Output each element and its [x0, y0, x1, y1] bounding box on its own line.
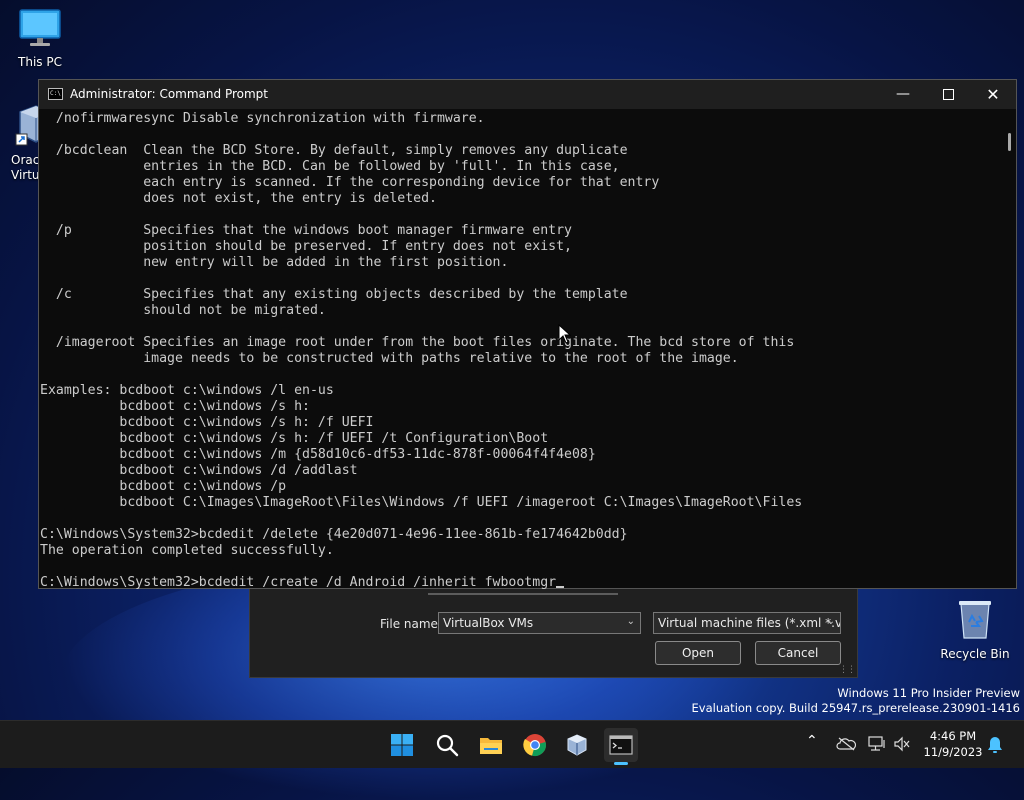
file-name-label: File name:	[380, 617, 442, 631]
monitor-icon	[19, 9, 61, 46]
resize-grip-icon[interactable]: ⋮⋮	[839, 665, 856, 675]
open-button[interactable]: Open	[655, 641, 741, 665]
console-line: entries in the BCD. Can be followed by '…	[143, 159, 620, 174]
console-line: bcdboot C:\Images\ImageRoot\Files\Window…	[119, 495, 803, 510]
close-button[interactable]: ✕	[970, 80, 1016, 109]
console-line: bcdboot c:\windows /s h: /f UEFI /t Conf…	[119, 431, 549, 446]
virtualbox-icon	[567, 734, 587, 756]
chevron-down-icon[interactable]: ⌄	[827, 616, 835, 627]
mouse-pointer-icon	[558, 324, 572, 344]
console-line: bcdboot c:\windows /s h:	[119, 399, 310, 414]
recycle-bin-icon	[959, 601, 991, 639]
start-icon	[391, 734, 413, 756]
console-line: /nofirmwaresync Disable synchronization …	[55, 111, 485, 126]
console-output[interactable]: /nofirmwaresync Disable synchronization …	[40, 111, 1000, 589]
clock-time: 4:46 PM	[929, 729, 977, 743]
console-line: bcdboot c:\windows /m {d58d10c6-df53-11d…	[119, 447, 596, 462]
console-line: does not exist, the entry is deleted.	[143, 191, 437, 206]
running-indicator	[614, 762, 628, 765]
taskbar-command-prompt[interactable]	[604, 728, 638, 765]
network-icon[interactable]	[868, 736, 886, 752]
taskbar-virtualbox[interactable]	[560, 728, 594, 762]
onedrive-offline-icon[interactable]	[836, 737, 856, 751]
dialog-scrollbar[interactable]	[428, 593, 618, 595]
notification-bell-icon[interactable]	[987, 736, 1003, 754]
virtualbox-icon	[15, 105, 40, 146]
desktop-icon-label: Oracl Virtu	[11, 153, 40, 182]
taskbar-chrome[interactable]	[518, 728, 552, 762]
chevron-up-icon[interactable]: ⌃	[806, 733, 818, 749]
desktop-icon-recycle-bin[interactable]: Recycle Bin	[935, 596, 1015, 661]
start-button[interactable]	[385, 728, 419, 762]
console-line: bcdboot c:\windows /s h: /f UEFI	[119, 415, 374, 430]
console-line: The operation completed successfully.	[40, 543, 334, 558]
console-line: C:\Windows\System32>bcdedit /delete {4e2…	[40, 527, 628, 542]
console-line: /imageroot Specifies an image root under…	[55, 335, 795, 350]
windows-watermark: Windows 11 Pro Insider Preview Evaluatio…	[692, 686, 1020, 716]
command-line: C:\Windows\System32>bcdedit /create /d A…	[40, 575, 557, 589]
console-line: bcdboot c:\windows /p	[119, 479, 287, 494]
file-explorer-icon	[480, 738, 502, 754]
clock-date: 11/9/2023	[923, 745, 983, 759]
maximize-icon	[942, 88, 954, 100]
file-type-select[interactable]: Virtual machine files (*.xml *.vb ⌄	[653, 612, 841, 634]
console-line: /c Specifies that any existing objects d…	[55, 287, 628, 302]
window-title: Administrator: Command Prompt	[70, 87, 268, 101]
cancel-button[interactable]: Cancel	[755, 641, 841, 665]
console-line: Examples: bcdboot c:\windows /l en-us	[40, 383, 334, 398]
taskbar-file-explorer[interactable]	[474, 728, 508, 762]
search-icon	[436, 734, 459, 757]
desktop-icon-label: This PC	[18, 55, 62, 69]
console-line: bcdboot c:\windows /d /addlast	[119, 463, 358, 478]
command-prompt-window[interactable]: C:\ Administrator: Command Prompt — ✕ /n…	[38, 79, 1017, 589]
scroll-thumb[interactable]	[1008, 133, 1011, 151]
watermark-build: Evaluation copy. Build 25947.rs_prerelea…	[691, 701, 1020, 715]
desktop-icon-virtualbox[interactable]: Oracl Virtu	[0, 104, 40, 183]
console-line: /p Specifies that the windows boot manag…	[55, 223, 572, 238]
open-file-dialog: File name: VirtualBox VMs ⌄ Virtual mach…	[249, 588, 858, 678]
console-lines: /nofirmwaresync Disable synchronization …	[40, 111, 802, 558]
console-line: image needs to be constructed with paths…	[143, 351, 739, 366]
file-type-value: Virtual machine files (*.xml *.vb	[658, 616, 841, 630]
watermark-edition: Windows 11 Pro Insider Preview	[837, 686, 1020, 700]
chrome-icon	[523, 734, 546, 756]
console-line: new entry will be added in the first pos…	[143, 255, 509, 270]
console-scrollbar[interactable]	[1002, 109, 1016, 588]
minimize-button[interactable]: —	[880, 80, 926, 109]
file-name-value: VirtualBox VMs	[443, 616, 534, 630]
desktop-icon-this-pc[interactable]: This PC	[0, 8, 80, 69]
console-line: /bcdclean Clean the BCD Store. By defaul…	[55, 143, 628, 158]
volume-muted-icon[interactable]	[893, 736, 911, 752]
console-line: each entry is scanned. If the correspond…	[143, 175, 660, 190]
taskbar-clock[interactable]: 4:46 PM 11/9/2023	[916, 728, 990, 760]
chevron-down-icon[interactable]: ⌄	[627, 616, 635, 627]
search-button[interactable]	[430, 728, 464, 762]
taskbar: ⌃ 4:46 PM 11/9/2023	[0, 720, 1024, 768]
command-prompt-icon	[609, 735, 633, 755]
text-cursor	[556, 586, 565, 588]
desktop-icon-label: Recycle Bin	[940, 647, 1010, 661]
command-prompt-icon: C:\	[48, 88, 63, 100]
maximize-button[interactable]	[925, 80, 971, 109]
console-line: should not be migrated.	[143, 303, 326, 318]
console-line: position should be preserved. If entry d…	[143, 239, 572, 254]
file-name-combobox[interactable]: VirtualBox VMs ⌄	[438, 612, 641, 634]
window-titlebar[interactable]: C:\ Administrator: Command Prompt — ✕	[39, 80, 1016, 109]
